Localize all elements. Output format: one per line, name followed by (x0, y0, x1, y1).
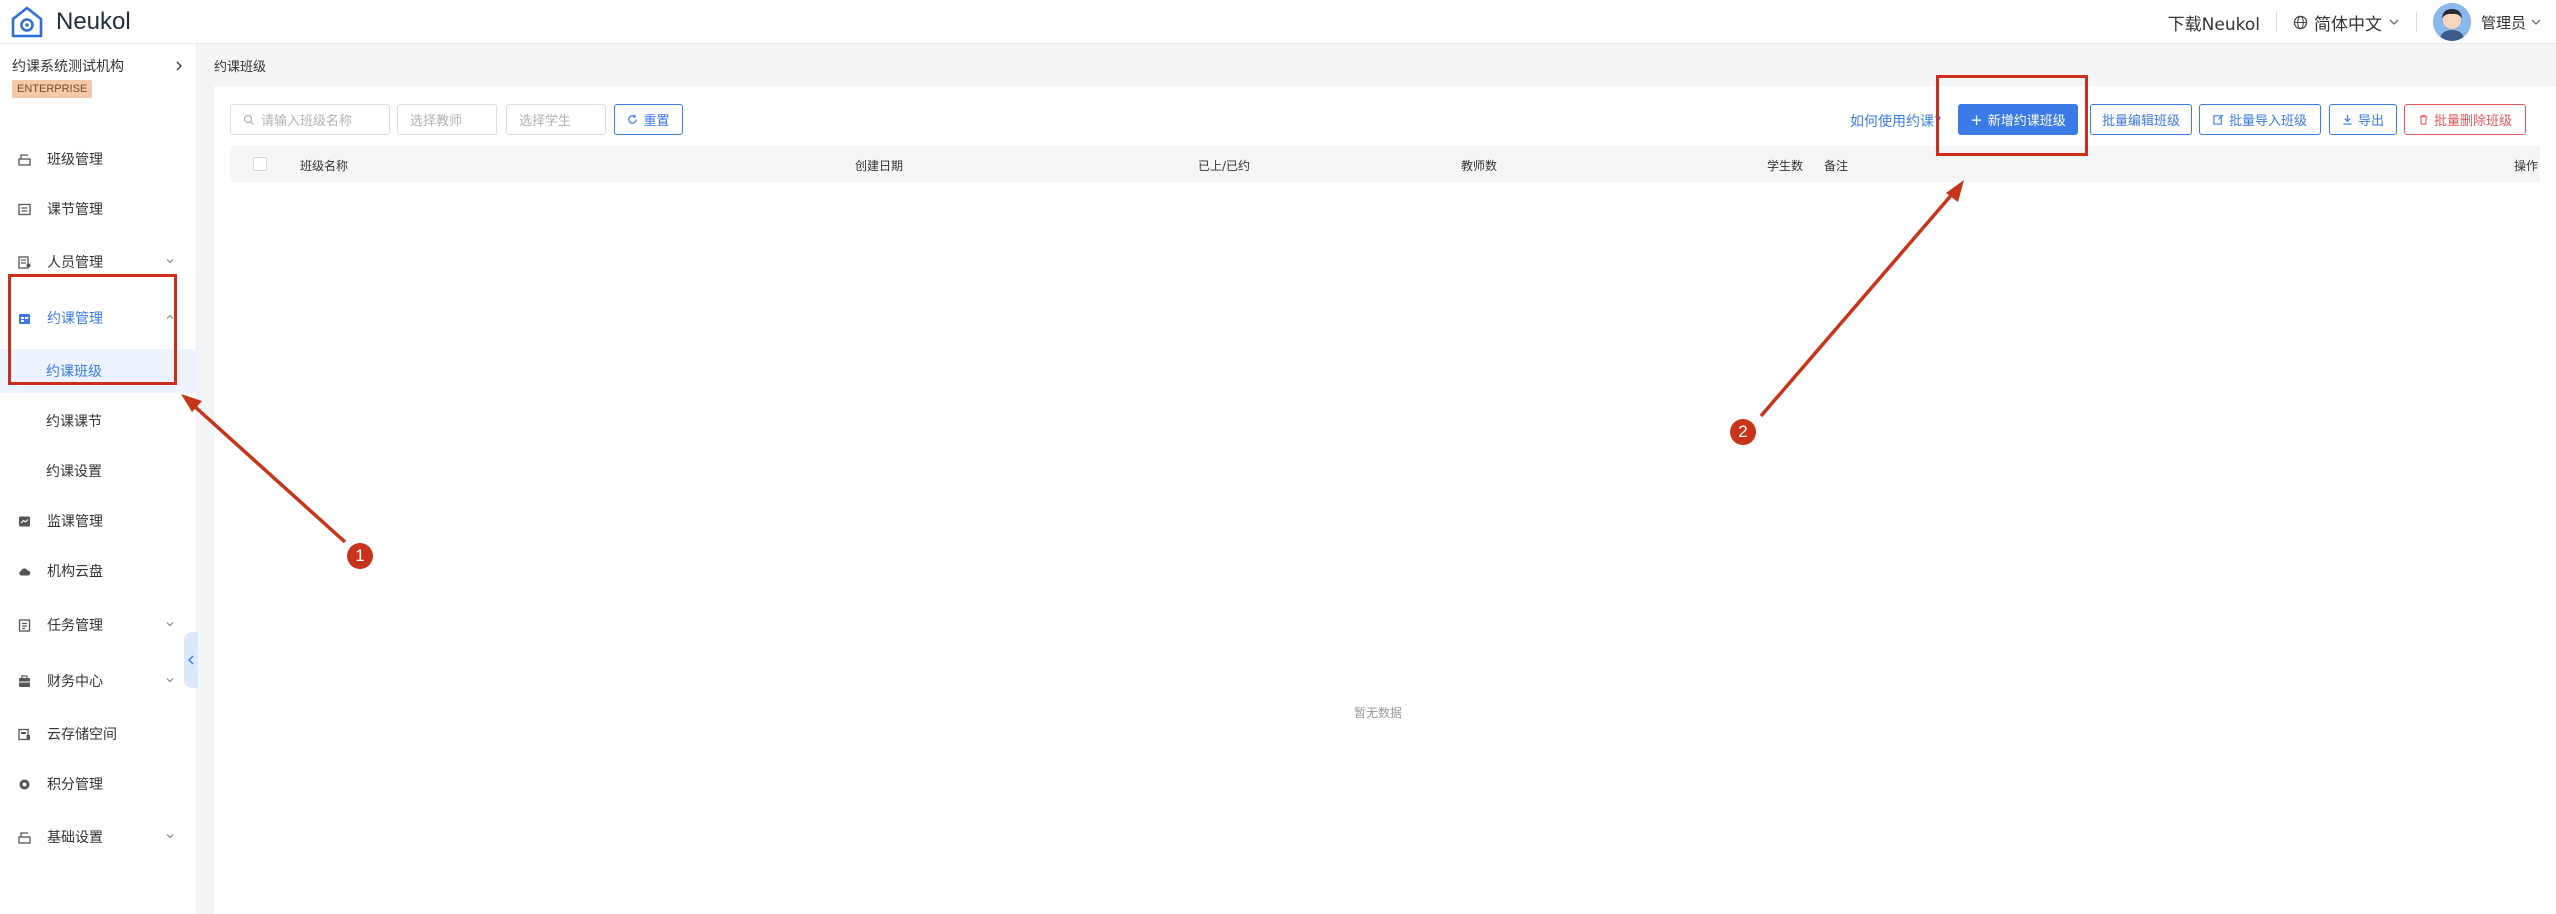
column-header: 备注 (1824, 159, 1849, 173)
column-header: 已上/已约 (1198, 159, 1251, 173)
settings-icon (17, 830, 31, 844)
annotation-box-1 (8, 274, 177, 385)
user-menu[interactable]: 管理员 (2432, 3, 2542, 41)
chevron-down-icon (166, 622, 174, 627)
sidebar-item-booking-settings[interactable]: 约课设置 (0, 449, 197, 493)
globe-icon (2293, 15, 2308, 29)
cloud-icon (17, 564, 31, 578)
chevron-right-icon (176, 61, 182, 71)
sidebar-item-task-management[interactable]: 任务管理 (0, 603, 197, 647)
language-label: 简体中文 (2313, 14, 2382, 35)
sidebar-item-label: 基础设置 (47, 830, 103, 846)
staff-icon (17, 255, 31, 269)
sidebar-item-cloud-storage[interactable]: 云存储空间 (0, 712, 197, 756)
sidebar-item-monitor-management[interactable]: 监课管理 (0, 499, 197, 543)
storage-icon (17, 727, 31, 741)
teacher-select[interactable]: 选择教师 (397, 104, 497, 135)
sidebar-item-label: 人员管理 (47, 255, 103, 271)
sidebar-item-label: 监课管理 (47, 514, 103, 530)
plan-badge: ENTERPRISE (12, 80, 93, 98)
sidebar-item-label: 积分管理 (47, 777, 103, 793)
sidebar-item-points-management[interactable]: 积分管理 (0, 762, 197, 806)
sidebar-item-finance-center[interactable]: 财务中心 (0, 659, 197, 703)
annotation-number-1: 1 (347, 543, 373, 569)
user-name: 管理员 (2480, 13, 2526, 32)
monitor-icon (17, 514, 31, 528)
table-header: 班级名称 创建日期 已上/已约 教师数 学生数 备注 操作 (230, 146, 2540, 182)
column-header: 创建日期 (855, 159, 904, 173)
teacher-placeholder: 选择教师 (410, 114, 463, 129)
export-label: 导出 (2357, 114, 2384, 129)
sidebar-item-label: 班级管理 (47, 152, 103, 168)
sidebar-item-label: 机构云盘 (47, 564, 103, 580)
help-link[interactable]: 如何使用约课? (1850, 111, 1941, 131)
search-placeholder: 请输入班级名称 (261, 114, 353, 129)
student-placeholder: 选择学生 (519, 114, 572, 129)
search-icon (243, 114, 254, 125)
class-name-search-input[interactable]: 请输入班级名称 (230, 104, 390, 135)
org-switcher[interactable]: 约课系统测试机构 (12, 56, 184, 76)
batch-delete-button[interactable]: 批量删除班级 (2404, 104, 2526, 135)
sidebar-item-label: 任务管理 (47, 618, 103, 634)
column-header: 教师数 (1461, 159, 1498, 173)
divider (2415, 12, 2417, 32)
points-icon (17, 777, 31, 791)
column-header: 学生数 (1767, 159, 1804, 173)
column-header: 班级名称 (300, 159, 349, 173)
student-select[interactable]: 选择学生 (506, 104, 606, 135)
sidebar-item-class-management[interactable]: 班级管理 (0, 137, 197, 181)
sidebar: 约课系统测试机构 ENTERPRISE 班级管理 课节管理 人员管理 约课管理 … (0, 44, 197, 914)
batch-edit-button[interactable]: 批量编辑班级 (2090, 104, 2192, 135)
export-button[interactable]: 导出 (2329, 104, 2397, 135)
sidebar-item-basic-settings[interactable]: 基础设置 (0, 815, 197, 859)
task-icon (17, 618, 31, 632)
main-content: 请输入班级名称 选择教师 选择学生 重置 如何使用约课? + 新增约课班级 批量… (214, 86, 2556, 914)
select-all-checkbox[interactable] (253, 157, 267, 171)
refresh-icon (628, 114, 638, 124)
finance-icon (17, 674, 31, 688)
annotation-box-2 (1936, 75, 2088, 156)
batch-import-button[interactable]: 批量导入班级 (2199, 104, 2321, 135)
import-icon (2213, 114, 2224, 125)
batch-edit-label: 批量编辑班级 (2101, 114, 2180, 129)
chevron-down-icon (166, 678, 174, 683)
language-selector[interactable]: 简体中文 (2293, 10, 2400, 35)
download-link[interactable]: 下载Neukol (2168, 10, 2260, 35)
chevron-left-icon (188, 655, 194, 665)
app-logo[interactable]: Neukol (10, 4, 131, 40)
chevron-down-icon (166, 259, 174, 264)
sidebar-item-booking-lesson[interactable]: 约课课节 (0, 399, 197, 443)
chevron-down-icon (2389, 19, 2399, 25)
trash-icon (2419, 114, 2428, 125)
sidebar-item-label: 约课课节 (46, 414, 102, 430)
annotation-number-2: 2 (1730, 419, 1756, 445)
org-name: 约课系统测试机构 (12, 59, 124, 75)
sidebar-item-label: 财务中心 (47, 674, 103, 690)
batch-import-label: 批量导入班级 (2228, 114, 2307, 129)
app-name: Neukol (56, 8, 131, 35)
empty-state: 暂无数据 (1354, 706, 1403, 720)
avatar (2432, 3, 2471, 41)
download-icon (2343, 114, 2352, 125)
top-right-actions: 下载Neukol 简体中文 管理员 (2168, 0, 2542, 44)
reset-label: 重置 (643, 114, 670, 129)
top-bar: Neukol 下载Neukol 简体中文 管理员 (0, 0, 2556, 44)
divider (2275, 12, 2277, 32)
sidebar-item-cloud-disk[interactable]: 机构云盘 (0, 549, 197, 593)
class-icon (17, 152, 31, 166)
chevron-down-icon (2531, 19, 2541, 25)
sidebar-item-label: 约课设置 (46, 464, 102, 480)
sidebar-collapse-toggle[interactable] (184, 632, 198, 688)
sidebar-item-lesson-management[interactable]: 课节管理 (0, 187, 197, 231)
batch-delete-label: 批量删除班级 (2433, 114, 2512, 129)
chevron-down-icon (166, 834, 174, 839)
logo-icon (11, 6, 43, 38)
column-header: 操作 (2514, 159, 2539, 173)
sidebar-item-label: 课节管理 (47, 202, 103, 218)
reset-button[interactable]: 重置 (614, 104, 683, 135)
lesson-icon (17, 202, 31, 216)
sidebar-item-label: 云存储空间 (47, 727, 117, 743)
breadcrumb: 约课班级 (214, 60, 267, 75)
